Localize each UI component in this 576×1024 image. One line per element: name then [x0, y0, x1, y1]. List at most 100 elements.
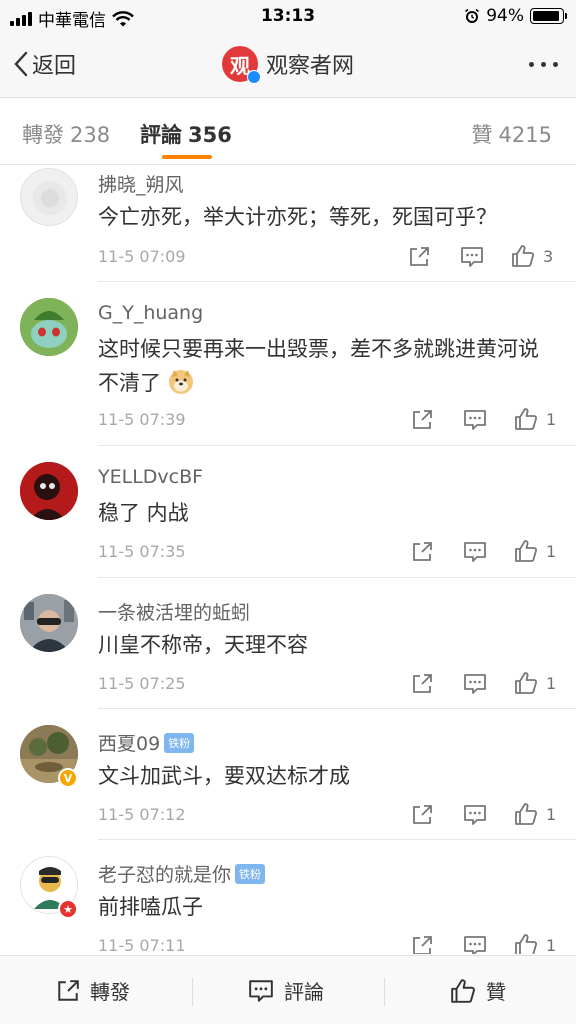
comment-time: 11-5 07:35 [98, 542, 186, 561]
account-logo: 观 [221, 46, 261, 84]
comment-username[interactable]: 拂晓_朔风 [98, 170, 184, 197]
active-tab-indicator [162, 155, 212, 159]
comment-time: 11-5 07:25 [98, 674, 186, 693]
vip-badge-icon: ★ [58, 899, 78, 919]
repost-icon[interactable] [411, 541, 433, 563]
comment-icon[interactable] [463, 673, 487, 695]
separator [384, 978, 385, 1006]
status-bar: 中華電信 13:13 94% [0, 0, 576, 34]
avatar[interactable] [20, 594, 78, 652]
comment-text: 川皇不称帝，天理不容 [98, 633, 308, 657]
comment-text: 前排嗑瓜子 [98, 895, 203, 919]
like-button[interactable]: 1 [514, 802, 556, 826]
like-button[interactable]: 1 [514, 407, 556, 431]
tab-repost-label: 轉發 [22, 123, 64, 147]
comment-icon[interactable] [463, 541, 487, 563]
comment-time: 11-5 07:12 [98, 805, 186, 824]
comment-item: ★ 老子怼的就是你 铁粉 前排嗑瓜子 11-5 07:11 1 [0, 840, 576, 954]
like-count: 1 [546, 673, 557, 693]
like-count: 1 [546, 935, 557, 955]
like-button[interactable]: 1 [514, 539, 556, 563]
comment-time: 11-5 07:09 [98, 247, 186, 266]
comment-text: 文斗加武斗，要双达标才成 [98, 764, 350, 788]
alarm-icon [465, 8, 480, 23]
comment-text: 这时候只要再来一出毁票，差不多就跳进黄河说不清了 [98, 332, 558, 400]
battery-icon [530, 8, 567, 24]
comment-item: YELLDvcBF 稳了 内战 11-5 07:35 1 [0, 446, 576, 578]
fan-badge: 铁粉 [164, 733, 195, 753]
comment-icon [249, 979, 273, 1002]
bottom-action-bar: 轉發 評論 贊 [0, 955, 576, 1024]
like-count: 1 [546, 409, 557, 429]
tab-comment-label: 評論 [140, 123, 182, 147]
repost-icon [58, 979, 79, 1001]
repost-button[interactable]: 轉發 [56, 976, 130, 1005]
verified-badge-icon: V [58, 768, 78, 788]
more-options-icon[interactable] [529, 62, 558, 67]
like-button[interactable]: 1 [514, 933, 556, 954]
avatar[interactable] [20, 298, 78, 356]
doge-emoji-icon [168, 370, 193, 394]
comment-text: 稳了 内战 [98, 501, 189, 525]
comment-text: 今亡亦死，举大计亦死；等死，死国可乎？ [98, 205, 497, 229]
thumbs-up-icon [515, 408, 538, 430]
like-button[interactable]: 贊 [450, 976, 506, 1005]
comment-username[interactable]: YELLDvcBF [98, 466, 203, 488]
repost-icon[interactable] [411, 673, 433, 695]
comment-time: 11-5 07:39 [98, 410, 186, 429]
like-button[interactable]: 1 [514, 671, 556, 695]
comment-label: 評論 [284, 980, 324, 1004]
thumbs-up-icon [512, 245, 535, 267]
comment-item: V 西夏09 铁粉 文斗加武斗，要双达标才成 11-5 07:12 1 [0, 709, 576, 840]
tab-comment[interactable]: 評論 356 [140, 119, 232, 149]
repost-label: 轉發 [90, 980, 130, 1004]
comment-username[interactable]: 老子怼的就是你 铁粉 [98, 860, 266, 887]
comment-item: G_Y_huang 这时候只要再来一出毁票，差不多就跳进黄河说不清了 11-5 … [0, 282, 576, 446]
comment-icon[interactable] [463, 409, 487, 431]
fan-badge: 铁粉 [235, 864, 266, 884]
tab-like-label: 贊 [471, 123, 493, 147]
comment-username[interactable]: G_Y_huang [98, 302, 203, 324]
tab-repost-count: 238 [70, 123, 111, 147]
comment-time: 11-5 07:11 [98, 936, 186, 954]
tab-like[interactable]: 贊 4215 [472, 119, 552, 149]
tab-comment-count: 356 [188, 123, 232, 147]
tab-repost[interactable]: 轉發 238 [22, 119, 110, 149]
tab-like-count: 4215 [498, 123, 552, 147]
like-button[interactable]: 3 [511, 244, 553, 268]
repost-icon[interactable] [408, 246, 430, 268]
status-right: 94% [464, 6, 567, 26]
thumbs-up-icon [515, 934, 538, 954]
comment-icon[interactable] [463, 935, 487, 954]
nav-bar: 返回 观 观察者网 [0, 34, 576, 98]
thumbs-up-icon [515, 540, 538, 562]
avatar[interactable] [20, 168, 78, 226]
comment-username[interactable]: 一条被活埋的蚯蚓 [98, 598, 250, 625]
comment-list[interactable]: 拂晓_朔风 今亡亦死，举大计亦死；等死，死国可乎？ 11-5 07:09 3 G… [0, 166, 576, 954]
like-count: 1 [546, 541, 557, 561]
like-count: 3 [543, 246, 554, 266]
post-tabs: 轉發 238 評論 356 贊 4215 [0, 99, 576, 165]
thumbs-up-icon [451, 978, 475, 1003]
repost-icon[interactable] [411, 935, 433, 954]
thumbs-up-icon [515, 803, 538, 825]
comment-icon[interactable] [460, 246, 484, 268]
repost-icon[interactable] [411, 409, 433, 431]
like-label: 贊 [486, 980, 506, 1004]
comment-item: 一条被活埋的蚯蚓 川皇不称帝，天理不容 11-5 07:25 1 [0, 578, 576, 709]
repost-icon[interactable] [411, 804, 433, 826]
comment-username[interactable]: 西夏09 铁粉 [98, 729, 195, 756]
like-count: 1 [546, 804, 557, 824]
page-title: 观察者网 [265, 54, 354, 79]
comment-username-text: 老子怼的就是你 [98, 864, 232, 886]
comment-icon[interactable] [463, 804, 487, 826]
battery-percent: 94% [486, 6, 524, 26]
account-header[interactable]: 观 观察者网 [0, 46, 576, 84]
avatar[interactable] [20, 462, 78, 520]
comment-text-body: 这时候只要再来一出毁票，差不多就跳进黄河说不清了 [98, 337, 539, 395]
verified-icon [246, 70, 261, 84]
separator [192, 978, 193, 1006]
thumbs-up-icon [515, 672, 538, 694]
comment-username-text: 西夏09 [98, 733, 161, 755]
comment-button[interactable]: 評論 [248, 976, 324, 1005]
